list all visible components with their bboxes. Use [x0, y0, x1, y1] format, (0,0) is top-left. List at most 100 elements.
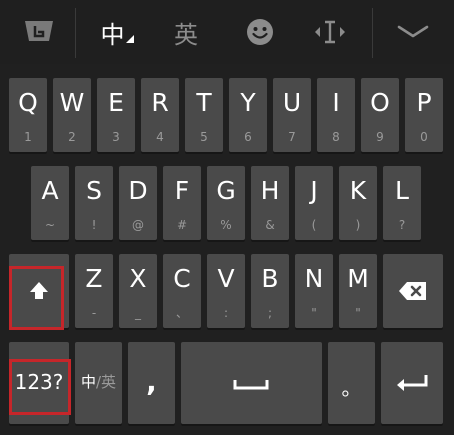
key-secondary: 0	[420, 130, 428, 144]
key-t[interactable]: T 5	[185, 78, 223, 152]
key-letter: M	[347, 264, 369, 293]
key-secondary: (	[311, 218, 317, 232]
key-secondary: 3	[112, 130, 120, 144]
key-a[interactable]: A ~	[31, 166, 69, 240]
key-f[interactable]: F #	[163, 166, 201, 240]
key-letter: V	[217, 264, 235, 293]
english-mode-button[interactable]: 英	[164, 0, 208, 64]
period-key[interactable]: 。	[328, 342, 375, 424]
key-secondary: )	[355, 218, 361, 232]
lang-en-label: /英	[95, 373, 117, 391]
key-u[interactable]: U 7	[273, 78, 311, 152]
key-secondary: 9	[376, 130, 384, 144]
key-n[interactable]: N "	[295, 254, 333, 328]
key-secondary: 5	[200, 130, 208, 144]
key-j[interactable]: J (	[295, 166, 333, 240]
chevron-down-icon	[397, 25, 429, 38]
key-letter: C	[173, 264, 191, 293]
key-secondary: -	[91, 306, 97, 320]
key-m[interactable]: M "	[339, 254, 377, 328]
key-v[interactable]: V :	[207, 254, 245, 328]
key-letter: U	[282, 88, 302, 117]
key-k[interactable]: K )	[339, 166, 377, 240]
key-x[interactable]: X _	[119, 254, 157, 328]
numbers-symbols-key[interactable]: 123?	[9, 342, 69, 424]
key-r[interactable]: R 4	[141, 78, 179, 152]
collapse-keyboard-button[interactable]	[388, 0, 438, 64]
cursor-move-icon	[315, 20, 345, 44]
key-letter: B	[261, 264, 279, 293]
key-letter: F	[174, 176, 190, 205]
enter-key[interactable]	[381, 342, 443, 424]
lang-cn-label: 中	[80, 373, 96, 391]
numbers-symbols-label: 123?	[14, 370, 64, 394]
key-secondary: 2	[68, 130, 76, 144]
language-switch-key[interactable]: 中/英	[75, 342, 122, 424]
key-letter: R	[151, 88, 169, 117]
key-secondary: !	[91, 218, 97, 232]
key-letter: T	[196, 88, 212, 117]
key-secondary: :	[223, 306, 229, 320]
key-secondary: _	[135, 306, 141, 320]
key-letter: K	[349, 176, 367, 205]
key-c[interactable]: C 、	[163, 254, 201, 328]
key-secondary: 6	[244, 130, 252, 144]
key-o[interactable]: O 9	[361, 78, 399, 152]
key-letter: G	[216, 176, 236, 205]
key-secondary: "	[355, 306, 361, 320]
space-bar[interactable]	[181, 342, 322, 424]
keyboard-logo-icon[interactable]	[14, 0, 64, 64]
key-y[interactable]: Y 6	[229, 78, 267, 152]
backspace-key[interactable]	[383, 254, 443, 328]
key-letter: W	[59, 88, 85, 117]
key-letter: Y	[240, 88, 256, 117]
key-letter: S	[86, 176, 102, 205]
key-secondary: &	[265, 218, 275, 232]
key-i[interactable]: I 8	[317, 78, 355, 152]
key-w[interactable]: W 2	[53, 78, 91, 152]
key-letter: I	[332, 88, 340, 117]
key-secondary: %	[220, 218, 232, 232]
key-letter: X	[129, 264, 147, 293]
key-p[interactable]: P 0	[405, 78, 443, 152]
key-d[interactable]: D @	[119, 166, 157, 240]
key-letter: L	[395, 176, 409, 205]
key-letter: P	[416, 88, 432, 117]
key-g[interactable]: G %	[207, 166, 245, 240]
chinese-mode-label: 中	[100, 20, 125, 49]
key-secondary: ~	[44, 218, 56, 232]
key-secondary: @	[132, 218, 144, 232]
key-letter: J	[310, 176, 318, 205]
key-b[interactable]: B ;	[251, 254, 289, 328]
key-secondary: 、	[175, 306, 188, 320]
english-mode-label: 英	[174, 20, 198, 49]
shift-arrow-icon	[30, 282, 48, 299]
key-letter: Z	[85, 264, 103, 293]
key-q[interactable]: Q 1	[9, 78, 47, 152]
key-secondary: "	[311, 306, 317, 320]
language-switch-label: 中/英	[75, 372, 122, 392]
key-secondary: ?	[398, 218, 406, 232]
key-secondary: #	[176, 218, 188, 232]
shift-key[interactable]	[9, 254, 69, 328]
key-s[interactable]: S !	[75, 166, 113, 240]
comma-key[interactable]: ,	[128, 342, 175, 424]
emoji-button[interactable]	[238, 0, 282, 64]
cursor-move-button[interactable]	[308, 0, 352, 64]
key-letter: E	[108, 88, 124, 117]
enter-return-icon	[397, 375, 428, 391]
key-letter: N	[304, 264, 324, 293]
chinese-mode-button[interactable]: 中	[95, 0, 139, 64]
key-z[interactable]: Z -	[75, 254, 113, 328]
key-l[interactable]: L ?	[383, 166, 421, 240]
smiley-icon	[247, 19, 273, 45]
key-e[interactable]: E 3	[97, 78, 135, 152]
key-secondary: 1	[24, 130, 32, 144]
key-secondary: 4	[156, 130, 164, 144]
comma-label: ,	[146, 365, 157, 398]
corner-triangle-icon	[125, 35, 134, 43]
keyboard-toolbar: 中 英	[0, 0, 454, 64]
space-bar-icon	[233, 380, 269, 390]
key-h[interactable]: H &	[251, 166, 289, 240]
key-letter: A	[41, 176, 59, 205]
